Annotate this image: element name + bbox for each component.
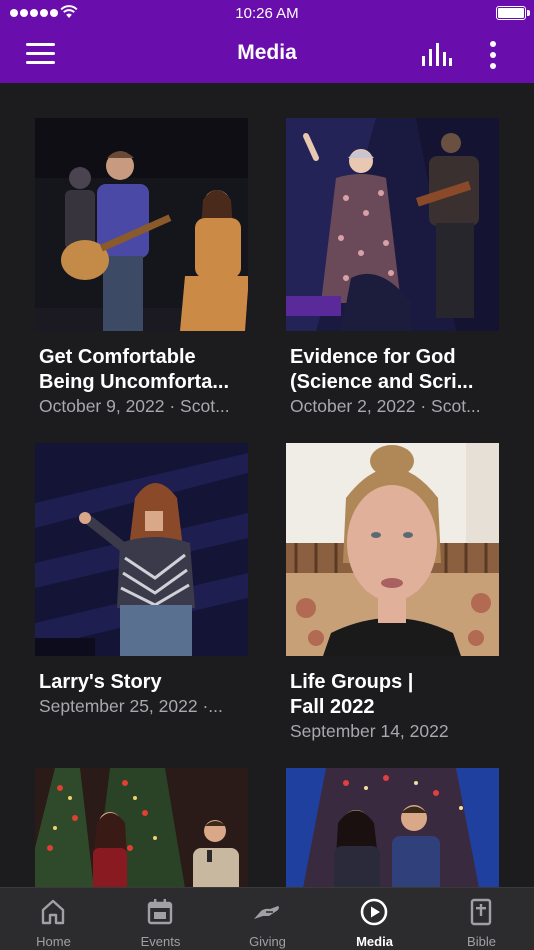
- tab-events[interactable]: Events: [107, 888, 214, 950]
- media-title: Get Comfortable Being Uncomforta...: [39, 346, 230, 393]
- media-grid: Get Comfortable Being Uncomforta... Octo…: [0, 83, 534, 887]
- media-title: Life Groups | Fall 2022: [290, 671, 414, 718]
- media-thumbnail[interactable]: [286, 118, 499, 331]
- tab-label: Events: [140, 934, 181, 949]
- calendar-icon: [147, 899, 173, 925]
- home-icon: [41, 899, 65, 925]
- media-thumbnail[interactable]: [35, 768, 248, 887]
- tab-label: Bible: [467, 934, 496, 949]
- tab-label: Giving: [249, 934, 286, 949]
- tab-label: Home: [36, 934, 71, 949]
- media-subtitle: September 14, 2022: [290, 721, 449, 741]
- media-thumbnail[interactable]: [286, 443, 499, 656]
- media-thumbnail[interactable]: [35, 443, 248, 656]
- media-card[interactable]: Life Groups | Fall 2022 September 14, 20…: [286, 443, 499, 742]
- media-card[interactable]: Get Comfortable Being Uncomforta... Octo…: [35, 118, 248, 417]
- media-subtitle: September 25, 2022 ·...: [39, 696, 223, 716]
- status-bar: 10:26 AM: [0, 0, 534, 27]
- media-card[interactable]: [35, 768, 248, 887]
- battery-icon: [496, 6, 530, 20]
- audio-bars-icon[interactable]: [421, 43, 453, 67]
- page-title: Media: [237, 41, 297, 64]
- tab-bible[interactable]: Bible: [428, 888, 534, 950]
- status-time: 10:26 AM: [235, 5, 299, 22]
- play-circle-icon: [360, 898, 388, 926]
- media-thumbnail[interactable]: [286, 768, 499, 887]
- giving-hand-icon: [254, 906, 279, 919]
- tab-home[interactable]: Home: [0, 888, 107, 950]
- tab-label: Media: [356, 934, 393, 949]
- media-card[interactable]: Evidence for God (Science and Scri... Oc…: [286, 118, 499, 417]
- media-thumbnail[interactable]: [35, 118, 248, 331]
- tab-giving[interactable]: Giving: [214, 888, 321, 950]
- media-title: Larry's Story: [39, 671, 162, 693]
- bible-icon: [470, 898, 492, 926]
- media-card[interactable]: [286, 768, 499, 887]
- media-subtitle: October 2, 2022 · Scot...: [290, 396, 481, 416]
- tab-media[interactable]: Media: [321, 888, 428, 950]
- media-subtitle: October 9, 2022 · Scot...: [39, 396, 230, 416]
- media-title: Evidence for God (Science and Scri...: [290, 346, 474, 393]
- more-options-icon[interactable]: [489, 41, 497, 69]
- nav-bar: Media: [0, 27, 534, 83]
- media-card[interactable]: Larry's Story September 25, 2022 ·...: [35, 443, 248, 717]
- tab-bar: Home Events Giving Media Bible: [0, 887, 534, 950]
